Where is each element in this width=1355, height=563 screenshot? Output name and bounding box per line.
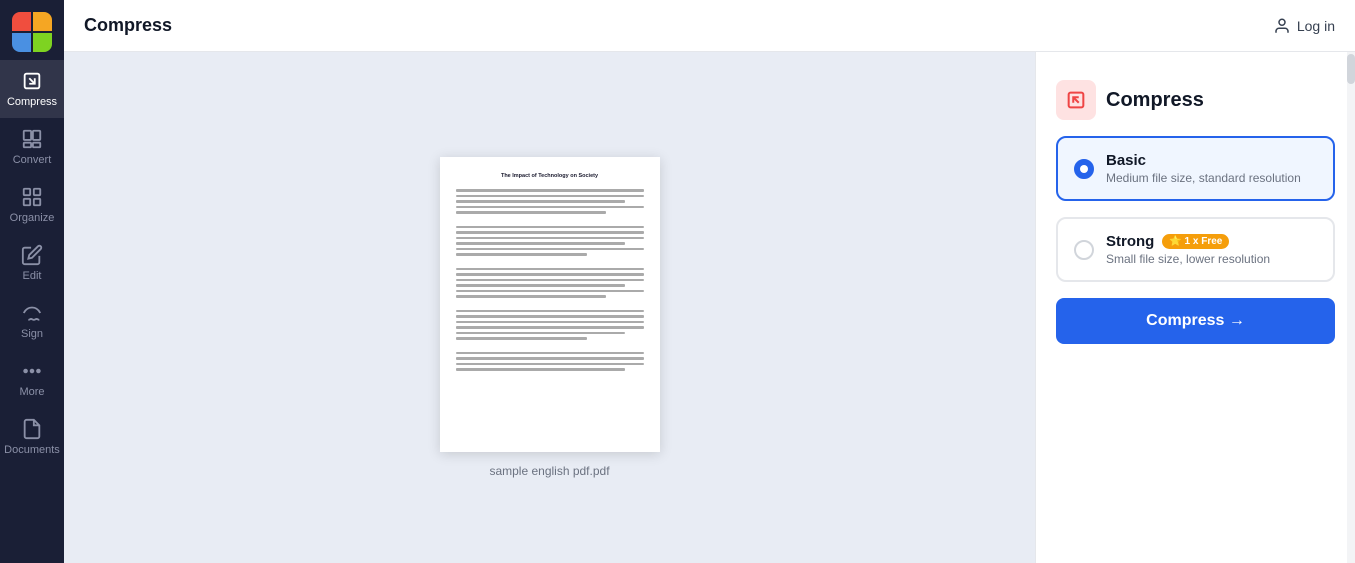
content-area: The Impact of Technology on Society bbox=[64, 52, 1355, 563]
sidebar-item-sign-label: Sign bbox=[21, 328, 43, 340]
login-label: Log in bbox=[1297, 18, 1335, 34]
header: Compress Log in bbox=[64, 0, 1355, 52]
compress-icon bbox=[21, 70, 43, 92]
more-icon bbox=[21, 360, 43, 382]
sidebar-item-edit[interactable]: Edit bbox=[0, 234, 64, 292]
option-strong[interactable]: Strong ⭐ 1 x Free Small file size, lower… bbox=[1056, 217, 1335, 282]
main-area: Compress Log in The Impact of Technology… bbox=[64, 0, 1355, 563]
option-basic[interactable]: Basic Medium file size, standard resolut… bbox=[1056, 136, 1335, 201]
compress-panel-icon-wrap bbox=[1056, 80, 1096, 120]
option-strong-text: Strong ⭐ 1 x Free Small file size, lower… bbox=[1106, 233, 1317, 266]
user-icon bbox=[1273, 17, 1291, 35]
sign-icon bbox=[21, 302, 43, 324]
sidebar-item-documents-label: Documents bbox=[4, 444, 60, 456]
pdf-doc-title: The Impact of Technology on Society bbox=[456, 173, 644, 179]
documents-icon bbox=[21, 418, 43, 440]
sidebar: Compress Convert Organize Edit S bbox=[0, 0, 64, 563]
radio-strong bbox=[1074, 240, 1094, 260]
page-title: Compress bbox=[84, 15, 172, 36]
convert-icon bbox=[21, 128, 43, 150]
radio-basic bbox=[1074, 159, 1094, 179]
sidebar-item-sign[interactable]: Sign bbox=[0, 292, 64, 350]
edit-icon bbox=[21, 244, 43, 266]
scroll-thumb bbox=[1347, 54, 1355, 84]
sidebar-item-more-label: More bbox=[19, 386, 44, 398]
sidebar-item-convert-label: Convert bbox=[13, 154, 52, 166]
compress-button[interactable]: Compress → bbox=[1056, 298, 1335, 344]
sidebar-item-documents[interactable]: Documents bbox=[0, 408, 64, 466]
organize-icon bbox=[21, 186, 43, 208]
free-badge: ⭐ 1 x Free bbox=[1162, 234, 1229, 249]
sidebar-item-convert[interactable]: Convert bbox=[0, 118, 64, 176]
sidebar-item-more[interactable]: More bbox=[0, 350, 64, 408]
sidebar-item-edit-label: Edit bbox=[23, 270, 42, 282]
sidebar-item-organize[interactable]: Organize bbox=[0, 176, 64, 234]
login-button[interactable]: Log in bbox=[1273, 17, 1335, 35]
sidebar-item-compress-label: Compress bbox=[7, 96, 57, 108]
compress-panel-icon bbox=[1065, 89, 1087, 111]
option-basic-name: Basic bbox=[1106, 152, 1317, 169]
pdf-filename: sample english pdf.pdf bbox=[489, 464, 609, 478]
option-basic-desc: Medium file size, standard resolution bbox=[1106, 171, 1317, 185]
preview-area: The Impact of Technology on Society bbox=[64, 52, 1035, 563]
scroll-track[interactable] bbox=[1347, 52, 1355, 563]
right-panel: Compress Basic Medium file size, standar… bbox=[1035, 52, 1355, 563]
panel-title: Compress bbox=[1106, 89, 1204, 112]
option-strong-desc: Small file size, lower resolution bbox=[1106, 252, 1317, 266]
app-logo bbox=[12, 12, 52, 52]
pdf-preview: The Impact of Technology on Society bbox=[440, 157, 660, 452]
sidebar-item-organize-label: Organize bbox=[10, 212, 55, 224]
option-basic-text: Basic Medium file size, standard resolut… bbox=[1106, 152, 1317, 185]
option-strong-name: Strong ⭐ 1 x Free bbox=[1106, 233, 1317, 250]
sidebar-item-compress[interactable]: Compress bbox=[0, 60, 64, 118]
panel-header: Compress bbox=[1056, 80, 1335, 120]
